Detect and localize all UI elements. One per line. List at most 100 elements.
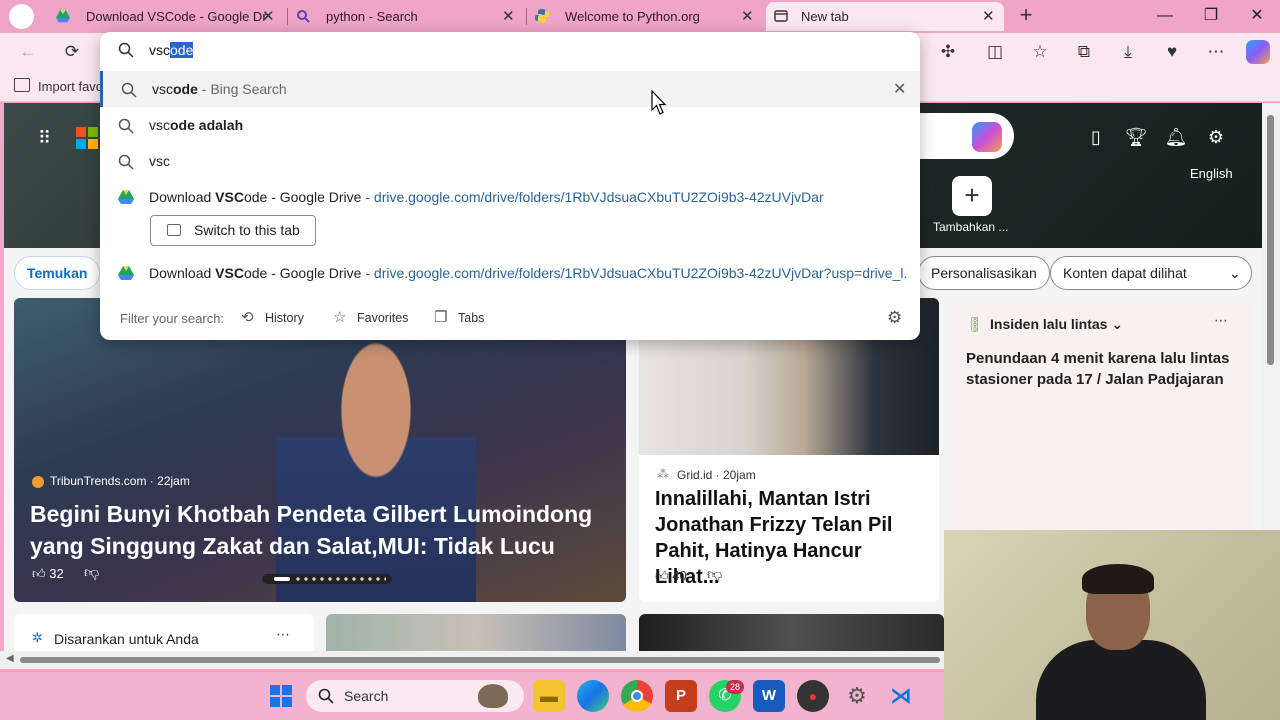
discover-chip[interactable]: Temukan (14, 256, 101, 290)
suggestion-text: Download VSCode - Google Drive - drive.g… (149, 189, 824, 205)
taskbar-search-box[interactable]: Search (306, 680, 524, 712)
carousel-pager[interactable] (262, 574, 392, 584)
address-text[interactable]: vscode (149, 42, 194, 58)
phone-icon[interactable]: ▯ (1084, 125, 1108, 149)
split-screen-icon[interactable]: ◫ (983, 40, 1007, 64)
suggestion-bing-search[interactable]: vscode - Bing Search ✕ (100, 71, 920, 107)
filter-tabs[interactable]: ❐ Tabs (434, 308, 504, 328)
notification-bell-icon[interactable]: 🔔︎ (1164, 125, 1188, 149)
settings-gear-icon[interactable]: ⚙ (887, 308, 902, 328)
filter-history[interactable]: ⟲ History (241, 308, 321, 328)
story-headline[interactable]: Innalillahi, Mantan Istri Jonathan Frizz… (655, 486, 927, 590)
extensions-icon[interactable]: ✣ (936, 40, 960, 64)
suggestion-drive-url[interactable]: Download VSCode - Google Drive - drive.g… (100, 255, 920, 291)
profile-avatar[interactable] (9, 4, 34, 29)
lead-story-card[interactable]: TribunTrends.com · 22jam Begini Bunyi Kh… (14, 298, 626, 602)
file-explorer-icon[interactable]: ▬ (533, 680, 565, 712)
favorites-star-icon[interactable]: ☆ (1028, 40, 1052, 64)
app-launcher-icon[interactable]: ⠿ (38, 128, 58, 148)
search-icon (118, 42, 134, 58)
windows-start-icon[interactable] (265, 680, 297, 712)
story-headline[interactable]: Begini Bunyi Khotbah Pendeta Gilbert Lum… (30, 498, 610, 562)
traffic-title[interactable]: Insiden lalu lintas ⌄ (990, 316, 1123, 333)
like-button[interactable]: 👍︎ 40 (655, 568, 687, 584)
suggestion-vsc[interactable]: vsc (100, 143, 920, 179)
autocomplete-selection: ode (170, 42, 194, 58)
browser-essentials-icon[interactable]: ♥ (1160, 40, 1184, 64)
tabs-icon: ❐ (434, 309, 448, 326)
suggestion-drive-tab[interactable]: Download VSCode - Google Drive - drive.g… (100, 179, 920, 215)
story-thumbnail-card[interactable] (639, 614, 944, 651)
history-icon: ⟲ (241, 309, 254, 326)
restore-icon[interactable]: ❐ (1199, 4, 1223, 28)
story-thumbnail-card[interactable] (326, 614, 626, 651)
remove-suggestion-icon[interactable]: ✕ (893, 79, 906, 99)
word-icon[interactable]: W (753, 680, 785, 712)
new-tab-icon (774, 10, 788, 22)
add-shortcut-button[interactable]: + (952, 176, 992, 216)
taskbar-search-label: Search (344, 688, 389, 704)
thumbs-up-icon: 👍︎ (655, 568, 669, 583)
tab-python-org[interactable]: Welcome to Python.org ✕ (527, 2, 763, 31)
vscode-icon[interactable]: ⋊ (885, 680, 917, 712)
recommended-card[interactable]: ✲ Disarankan untuk Anda ⋯ (14, 614, 314, 651)
settings-gear-icon[interactable]: ⚙ (1204, 125, 1228, 149)
settings-gear-icon[interactable]: ⚙ (841, 680, 873, 712)
download-icon[interactable]: ⤓ (1116, 40, 1140, 64)
suggestion-text: Download VSCode - Google Drive - drive.g… (149, 265, 909, 281)
like-button[interactable]: 👍︎ 32 (32, 566, 64, 582)
close-tab-icon[interactable]: ✕ (262, 2, 275, 31)
chevron-down-icon: ⌄ (1229, 265, 1241, 281)
import-folder-icon (14, 78, 30, 92)
close-tab-icon[interactable]: ✕ (741, 2, 754, 31)
more-options-icon[interactable]: ⋯ (1214, 312, 1228, 329)
powerpoint-icon[interactable]: P (665, 680, 697, 712)
import-favorites-link[interactable]: Import favo (38, 79, 103, 94)
second-story-card[interactable]: ⁂ Grid.id · 20jam Innalillahi, Mantan Is… (639, 298, 939, 602)
switch-to-tab-button[interactable]: Switch to this tab (150, 215, 316, 246)
mouse-cursor-icon (651, 90, 667, 115)
filter-favorites[interactable]: ☆ Favorites (333, 308, 423, 328)
personalize-button[interactable]: Personalisasikan (918, 256, 1050, 290)
copilot-icon[interactable] (1246, 40, 1270, 64)
search-highlight-image (478, 684, 508, 708)
obs-studio-icon[interactable]: ● (797, 680, 829, 712)
collections-icon[interactable]: ⧉ (1072, 40, 1096, 64)
thumbs-down-icon[interactable]: 👎︎ (707, 566, 722, 584)
copilot-search-icon[interactable] (972, 122, 1002, 152)
google-drive-icon (118, 266, 134, 280)
thumbs-down-icon[interactable]: 👎︎ (84, 564, 99, 582)
more-options-icon[interactable]: ⋯ (276, 626, 290, 643)
search-icon (121, 82, 137, 98)
python-icon (535, 9, 549, 23)
new-tab-button[interactable]: + (1014, 4, 1038, 28)
edge-browser-icon[interactable] (577, 680, 609, 712)
back-arrow-icon[interactable]: ← (16, 40, 40, 64)
rewards-trophy-icon[interactable]: 🏆︎ (1124, 125, 1148, 149)
traffic-light-icon: 🚦︎ (966, 316, 984, 332)
address-bar-input[interactable]: vscode (100, 32, 920, 70)
minimize-icon[interactable]: — (1153, 4, 1177, 28)
tab-google-drive[interactable]: Download VSCode - Google Driv ✕ (48, 2, 284, 31)
close-window-icon[interactable]: ✕ (1245, 4, 1269, 28)
suggestion-text: vsc (149, 153, 170, 169)
like-count: 32 (49, 566, 64, 581)
content-visibility-dropdown[interactable]: Konten dapat dilihat ⌄ (1050, 256, 1252, 290)
star-icon: ☆ (333, 309, 347, 326)
language-selector[interactable]: English (1190, 166, 1233, 181)
more-menu-icon[interactable]: ⋯ (1204, 40, 1228, 64)
close-tab-icon[interactable]: ✕ (502, 2, 515, 31)
tab-python-search[interactable]: python - Search ✕ (288, 2, 524, 31)
refresh-icon[interactable]: ⟳ (60, 40, 84, 64)
story-source: TribunTrends.com · 22jam (50, 474, 190, 488)
chrome-icon[interactable] (621, 680, 653, 712)
horizontal-scrollbar[interactable]: ◀ (0, 651, 944, 669)
thumbs-up-icon: 👍︎ (32, 566, 46, 581)
tab-new-tab[interactable]: New tab ✕ (766, 2, 1004, 31)
suggestion-url: - drive.google.com/drive/folders/1RbVJds… (361, 265, 909, 281)
suggestion-url: - drive.google.com/drive/folders/1RbVJds… (361, 189, 824, 205)
close-tab-icon[interactable]: ✕ (982, 2, 995, 31)
scroll-left-icon[interactable]: ◀ (6, 653, 14, 664)
suggestion-vscode-adalah[interactable]: vscode adalah (100, 107, 920, 143)
tab-label: python - Search (326, 9, 418, 24)
